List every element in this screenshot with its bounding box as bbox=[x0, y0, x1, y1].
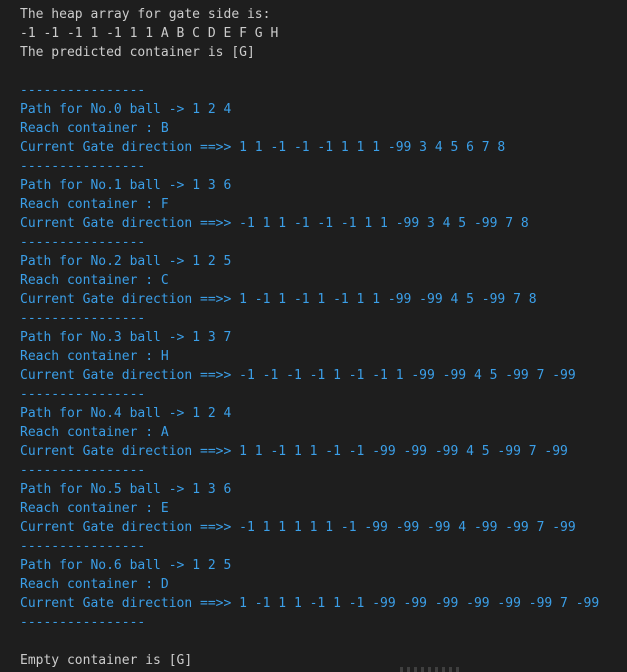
path-label: Path for No.0 ball -> bbox=[20, 102, 193, 117]
reach-line: Reach container : C bbox=[20, 271, 599, 290]
gate-value: -1 1 1 1 1 1 -1 -99 -99 -99 4 -99 -99 7 … bbox=[239, 520, 576, 535]
path-line: Path for No.0 ball -> 1 2 4 bbox=[20, 100, 599, 119]
predicted-line: The predicted container is [G] bbox=[20, 45, 255, 60]
gate-line: Current Gate direction ==>> 1 -1 1 -1 1 … bbox=[20, 290, 599, 309]
path-line: Path for No.4 ball -> 1 2 4 bbox=[20, 404, 599, 423]
reach-label: Reach container : bbox=[20, 425, 161, 440]
path-line: Path for No.3 ball -> 1 3 7 bbox=[20, 328, 599, 347]
gate-label: Current Gate direction ==>> bbox=[20, 596, 240, 611]
gate-line: Current Gate direction ==>> 1 1 -1 -1 -1… bbox=[20, 138, 599, 157]
path-label: Path for No.5 ball -> bbox=[20, 482, 193, 497]
reach-line: Reach container : B bbox=[20, 119, 599, 138]
reach-label: Reach container : bbox=[20, 197, 161, 212]
path-label: Path for No.2 ball -> bbox=[20, 254, 193, 269]
path-label: Path for No.4 ball -> bbox=[20, 406, 193, 421]
reach-line: Reach container : E bbox=[20, 499, 599, 518]
path-line: Path for No.6 ball -> 1 2 5 bbox=[20, 556, 599, 575]
reach-line: Reach container : F bbox=[20, 195, 599, 214]
clipped-next-line bbox=[400, 667, 460, 672]
path-line: Path for No.1 ball -> 1 3 6 bbox=[20, 176, 599, 195]
path-value: 1 3 6 bbox=[192, 482, 232, 497]
gate-label: Current Gate direction ==>> bbox=[20, 368, 240, 383]
ball-blocks: Path for No.0 ball -> 1 2 4 Reach contain… bbox=[20, 100, 599, 632]
gate-value: 1 -1 1 -1 1 -1 1 1 -99 -99 4 5 -99 7 8 bbox=[239, 292, 537, 307]
gate-value: -1 -1 -1 -1 1 -1 -1 1 -99 -99 4 5 -99 7 … bbox=[239, 368, 576, 383]
output-lines: The heap array for gate side is: -1 -1 -… bbox=[20, 5, 599, 670]
gate-label: Current Gate direction ==>> bbox=[20, 292, 240, 307]
gate-label: Current Gate direction ==>> bbox=[20, 140, 240, 155]
gate-line: Current Gate direction ==>> -1 -1 -1 -1 … bbox=[20, 366, 599, 385]
empty-container-line: Empty container is [G] bbox=[20, 653, 193, 668]
reach-line: Reach container : H bbox=[20, 347, 599, 366]
reach-label: Reach container : bbox=[20, 349, 161, 364]
divider-line: ---------------- bbox=[20, 387, 146, 402]
path-value: 1 2 5 bbox=[192, 558, 232, 573]
reach-value: A bbox=[160, 425, 169, 440]
gate-line: Current Gate direction ==>> -1 1 1 -1 -1… bbox=[20, 214, 599, 233]
path-label: Path for No.1 ball -> bbox=[20, 178, 193, 193]
gate-label: Current Gate direction ==>> bbox=[20, 520, 240, 535]
path-line: Path for No.2 ball -> 1 2 5 bbox=[20, 252, 599, 271]
gate-line: Current Gate direction ==>> -1 1 1 1 1 1… bbox=[20, 518, 599, 537]
reach-label: Reach container : bbox=[20, 501, 161, 516]
gate-line: Current Gate direction ==>> 1 1 -1 1 1 -… bbox=[20, 442, 599, 461]
path-label: Path for No.6 ball -> bbox=[20, 558, 193, 573]
reach-value: C bbox=[160, 273, 169, 288]
divider-line: ---------------- bbox=[20, 83, 146, 98]
reach-line: Reach container : A bbox=[20, 423, 599, 442]
divider-line: ---------------- bbox=[20, 539, 146, 554]
divider-line: ---------------- bbox=[20, 159, 146, 174]
path-value: 1 3 7 bbox=[192, 330, 232, 345]
reach-label: Reach container : bbox=[20, 121, 161, 136]
divider-line: ---------------- bbox=[20, 615, 146, 630]
path-value: 1 3 6 bbox=[192, 178, 232, 193]
gate-value: 1 1 -1 -1 -1 1 1 1 -99 3 4 5 6 7 8 bbox=[239, 140, 506, 155]
reach-value: F bbox=[160, 197, 169, 212]
heap-label-line: The heap array for gate side is: bbox=[20, 7, 271, 22]
path-label: Path for No.3 ball -> bbox=[20, 330, 193, 345]
divider-line: ---------------- bbox=[20, 311, 146, 326]
reach-value: H bbox=[160, 349, 169, 364]
gate-label: Current Gate direction ==>> bbox=[20, 444, 240, 459]
path-value: 1 2 5 bbox=[192, 254, 232, 269]
gate-value: -1 1 1 -1 -1 -1 1 1 -99 3 4 5 -99 7 8 bbox=[239, 216, 529, 231]
gate-label: Current Gate direction ==>> bbox=[20, 216, 240, 231]
reach-value: E bbox=[160, 501, 169, 516]
gate-value: 1 1 -1 1 1 -1 -1 -99 -99 -99 4 5 -99 7 -… bbox=[239, 444, 568, 459]
reach-value: B bbox=[160, 121, 169, 136]
terminal-output: The heap array for gate side is: -1 -1 -… bbox=[0, 0, 627, 672]
reach-line: Reach container : D bbox=[20, 575, 599, 594]
path-value: 1 2 4 bbox=[192, 102, 232, 117]
reach-label: Reach container : bbox=[20, 273, 161, 288]
path-line: Path for No.5 ball -> 1 3 6 bbox=[20, 480, 599, 499]
reach-value: D bbox=[160, 577, 169, 592]
divider-line: ---------------- bbox=[20, 235, 146, 250]
heap-array-line: -1 -1 -1 1 -1 1 1 A B C D E F G H bbox=[20, 26, 279, 41]
gate-line: Current Gate direction ==>> 1 -1 1 1 -1 … bbox=[20, 594, 599, 613]
gate-value: 1 -1 1 1 -1 1 -1 -99 -99 -99 -99 -99 -99… bbox=[239, 596, 600, 611]
divider-line: ---------------- bbox=[20, 463, 146, 478]
reach-label: Reach container : bbox=[20, 577, 161, 592]
path-value: 1 2 4 bbox=[192, 406, 232, 421]
